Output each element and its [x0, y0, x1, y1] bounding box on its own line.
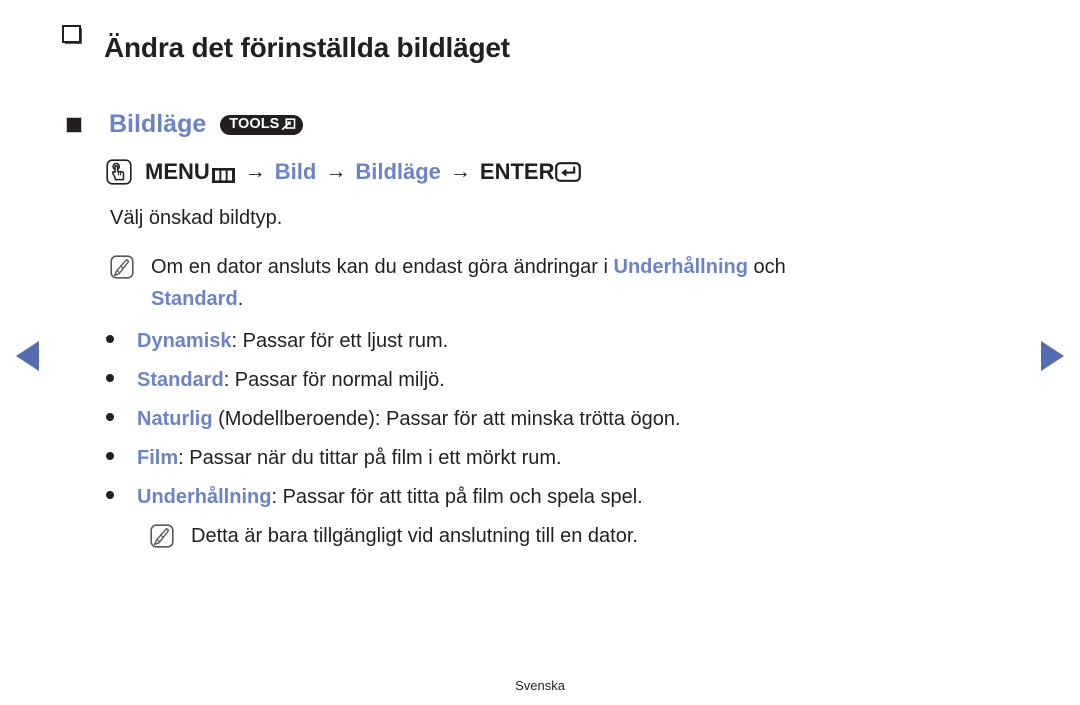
- note-text-computer: Om en dator ansluts kan du endast göra ä…: [151, 251, 786, 315]
- list-item: Underhållning: Passar för att titta på f…: [106, 483, 1018, 512]
- note-text-part-2: och: [747, 256, 786, 279]
- bullet-dot-icon: [106, 335, 114, 344]
- menu-path-step-bildlage: Bildläge: [355, 159, 441, 185]
- tools-arrow-icon: [281, 117, 296, 132]
- list-item-text: Dynamisk: Passar för ett ljust rum.: [137, 327, 448, 356]
- list-item-text: Naturlig (Modellberoende): Passar för at…: [137, 405, 681, 434]
- bullet-dot-icon: [106, 413, 114, 422]
- menu-path-step-bild: Bild: [274, 159, 317, 185]
- bullet-dot-icon: [106, 452, 114, 461]
- menu-label: MENU: [145, 159, 210, 185]
- menu-path-row: MENU → Bild → Bildläge → ENTER: [106, 159, 1018, 185]
- bullet-dot-icon: [106, 374, 114, 383]
- tools-badge: TOOLS: [220, 114, 304, 135]
- note-text-part-3: .: [237, 288, 244, 311]
- note-highlight-standard: Standard: [151, 288, 238, 311]
- page-title-row: Ändra det förinställda bildläget: [62, 12, 1018, 83]
- list-item: Dynamisk: Passar för ett ljust rum.: [106, 327, 1018, 356]
- mode-term-standard: Standard: [137, 369, 224, 392]
- manual-page: Ändra det förinställda bildläget Bildläg…: [0, 0, 1080, 705]
- footer-language: Svenska: [515, 678, 565, 693]
- mode-desc-standard: : Passar för normal miljö.: [223, 369, 445, 392]
- list-item-text: Underhållning: Passar för att titta på f…: [137, 483, 643, 512]
- previous-page-arrow-icon[interactable]: [16, 341, 39, 371]
- menu-path-arrow-2: →: [325, 160, 347, 184]
- filled-square-bullet-icon: [66, 116, 82, 133]
- list-item-text: Film: Passar när du tittar på film i ett…: [137, 444, 562, 473]
- enter-return-icon: [555, 162, 582, 182]
- list-item: Standard: Passar för normal miljö.: [106, 366, 1018, 395]
- note-pencil-icon: [110, 255, 134, 279]
- list-item: Film: Passar när du tittar på film i ett…: [106, 444, 1018, 473]
- mode-term-film: Film: [137, 447, 179, 470]
- mode-term-underhallning: Underhållning: [137, 486, 272, 509]
- bullet-dot-icon: [106, 491, 114, 500]
- enter-label: ENTER: [479, 159, 555, 185]
- note-highlight-underhallning: Underhållning: [613, 256, 748, 279]
- next-page-arrow-icon[interactable]: [1041, 341, 1064, 371]
- mode-desc-film: : Passar när du tittar på film i ett mör…: [178, 447, 562, 470]
- tools-badge-label: TOOLS: [229, 115, 280, 132]
- checkbox-square-icon: [62, 25, 84, 45]
- section-heading-label: Bildläge: [109, 110, 207, 139]
- menu-path-arrow-3: →: [449, 160, 471, 184]
- section-heading-row: Bildläge TOOLS: [66, 112, 1018, 137]
- mode-desc-dynamisk: : Passar för ett ljust rum.: [231, 330, 449, 353]
- mode-term-naturlig: Naturlig: [137, 408, 213, 431]
- note-text-part-1: Om en dator ansluts kan du endast göra ä…: [151, 256, 614, 279]
- list-item-text: Standard: Passar för normal miljö.: [137, 366, 445, 395]
- note-pencil-icon: [150, 524, 174, 548]
- intro-paragraph: Välj önskad bildtyp.: [110, 207, 283, 230]
- page-content: Ändra det förinställda bildläget Bildläg…: [62, 0, 1018, 552]
- note-row-pc-only: Detta är bara tillgängligt vid anslutnin…: [150, 520, 1018, 552]
- press-button-icon: [106, 159, 132, 185]
- note-row-computer: Om en dator ansluts kan du endast göra ä…: [110, 251, 1018, 315]
- menu-grid-icon: [211, 164, 236, 183]
- note-text-pc-only: Detta är bara tillgängligt vid anslutnin…: [191, 525, 638, 548]
- mode-term-dynamisk: Dynamisk: [137, 330, 232, 353]
- page-title: Ändra det förinställda bildläget: [104, 31, 510, 63]
- list-item: Naturlig (Modellberoende): Passar för at…: [106, 405, 1018, 434]
- mode-desc-underhallning: : Passar för att titta på film och spela…: [271, 486, 643, 509]
- mode-desc-naturlig: (Modellberoende): Passar för att minska …: [212, 408, 681, 431]
- picture-mode-list: Dynamisk: Passar för ett ljust rum. Stan…: [106, 327, 1018, 512]
- menu-path-arrow-1: →: [244, 160, 266, 184]
